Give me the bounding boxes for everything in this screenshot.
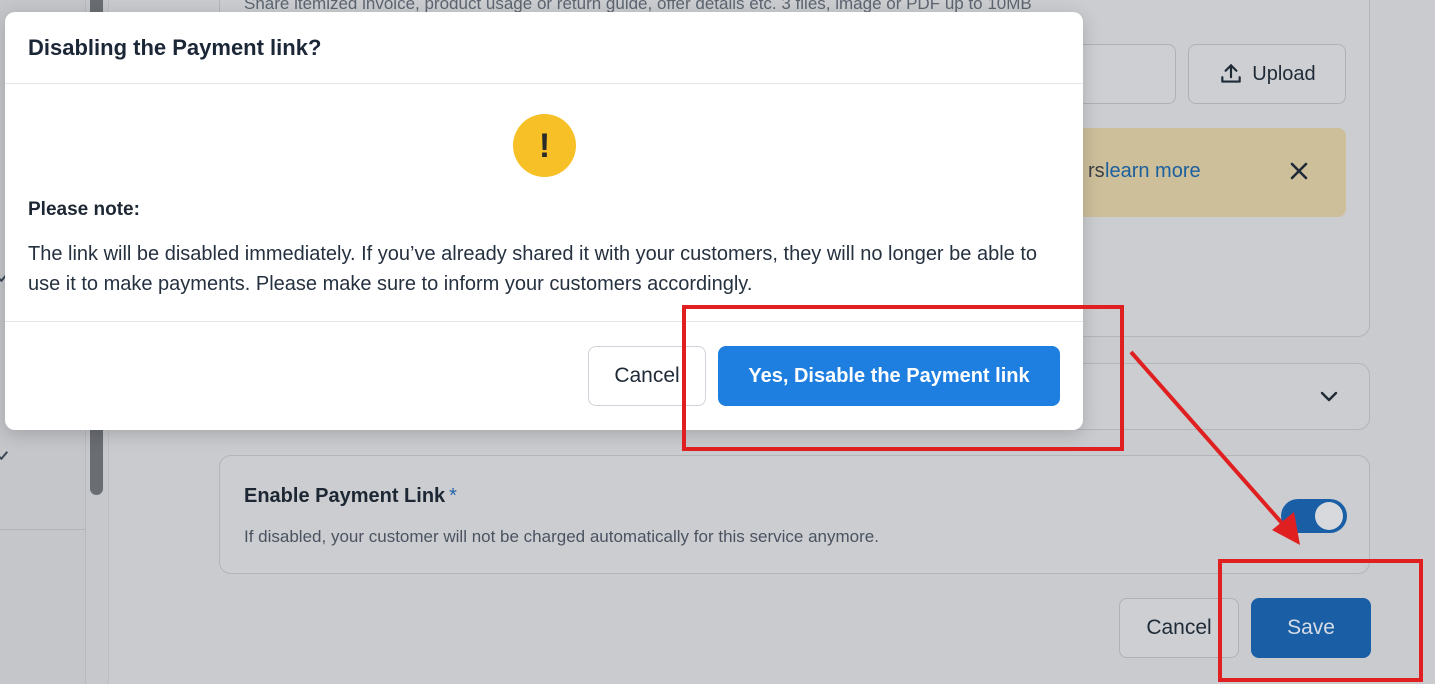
enable-payment-link-toggle[interactable] — [1281, 499, 1347, 533]
info-notice: rs learn more — [1040, 128, 1346, 217]
highlight-box-save — [1218, 559, 1423, 682]
highlight-box-confirm — [682, 305, 1124, 451]
note-title: Please note: — [28, 199, 140, 220]
upload-label: Upload — [1252, 62, 1316, 85]
close-icon[interactable] — [1288, 160, 1310, 182]
sidebar-divider — [0, 529, 86, 530]
upload-button[interactable]: Upload — [1188, 44, 1346, 104]
enable-payment-link-card: Enable Payment Link * If disabled, your c… — [219, 455, 1370, 574]
enable-payment-link-description: If disabled, your customer will not be c… — [244, 527, 879, 546]
warning-icon: ! — [513, 114, 576, 177]
toggle-knob — [1315, 502, 1343, 530]
chevron-down-icon — [1320, 391, 1338, 402]
required-marker: * — [449, 485, 457, 507]
warning-glyph: ! — [538, 126, 551, 165]
dialog-title: Disabling the Payment link? — [28, 35, 322, 60]
enable-title-text: Enable Payment Link — [244, 485, 446, 507]
notice-text: rs — [1088, 160, 1105, 182]
enable-payment-link-title: Enable Payment Link * — [244, 485, 457, 508]
upload-icon — [1221, 64, 1242, 83]
note-body: The link will be disabled immediately. I… — [28, 243, 1038, 295]
dialog-header: Disabling the Payment link? — [5, 12, 1083, 84]
check-icon — [0, 445, 9, 461]
learn-more-link[interactable]: learn more — [1105, 160, 1201, 183]
